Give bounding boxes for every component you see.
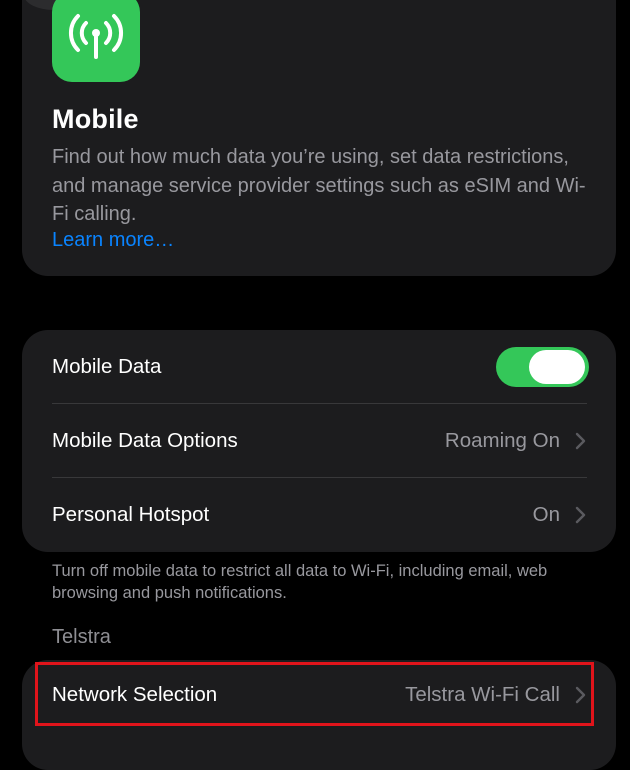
carrier-section-header: Telstra [52, 626, 111, 648]
mobile-data-label: Mobile Data [52, 355, 162, 378]
mobile-data-row: Mobile Data [22, 330, 616, 404]
antenna-radiowaves-icon [52, 0, 140, 82]
personal-hotspot-label: Personal Hotspot [52, 503, 210, 526]
mobile-data-options-label: Mobile Data Options [52, 429, 238, 452]
page-description: Find out how much data you’re using, set… [52, 146, 586, 225]
chevron-right-icon [575, 432, 586, 450]
annotation-highlight-box [35, 662, 594, 726]
learn-more-link[interactable]: Learn more… [52, 229, 174, 252]
mobile-data-options-row[interactable]: Mobile Data Options Roaming On [22, 404, 616, 478]
mobile-data-options-value: Roaming On [444, 429, 560, 452]
toggle-knob [529, 350, 585, 384]
personal-hotspot-row[interactable]: Personal Hotspot On [22, 478, 616, 552]
page-title: Mobile [52, 104, 139, 134]
mobile-data-toggle[interactable] [496, 347, 589, 387]
personal-hotspot-value: On [532, 503, 560, 526]
antenna-glyph [68, 14, 124, 59]
mobile-data-footer-note: Turn off mobile data to restrict all dat… [52, 562, 548, 602]
chevron-right-icon [575, 506, 586, 524]
